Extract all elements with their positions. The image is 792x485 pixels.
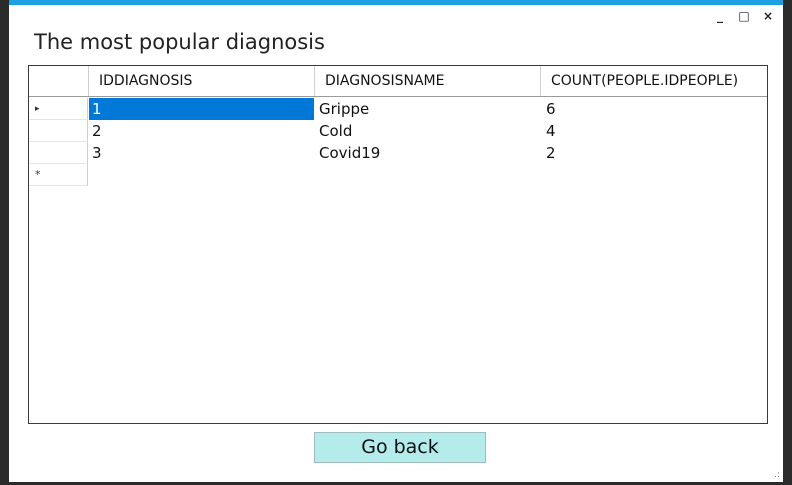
column-header-iddiagnosis[interactable]: IDDIAGNOSIS — [89, 66, 315, 96]
minimize-button[interactable]: _ — [713, 9, 727, 23]
table-row[interactable]: 2 Cold 4 — [29, 120, 767, 142]
maximize-button[interactable]: □ — [737, 9, 751, 23]
cell-count[interactable]: 4 — [543, 120, 766, 142]
row-header[interactable] — [29, 120, 88, 142]
cell-diagnosisname[interactable]: Grippe — [316, 98, 539, 120]
go-back-button[interactable]: Go back — [314, 432, 486, 463]
cell-count[interactable]: 2 — [543, 142, 766, 164]
grid-header: IDDIAGNOSIS DIAGNOSISNAME COUNT(PEOPLE.I… — [29, 66, 767, 97]
diagnosis-data-grid[interactable]: IDDIAGNOSIS DIAGNOSISNAME COUNT(PEOPLE.I… — [28, 65, 768, 424]
new-row-icon[interactable]: * — [29, 164, 88, 186]
cell-iddiagnosis[interactable]: 2 — [89, 120, 314, 142]
table-row[interactable]: 3 Covid19 2 — [29, 142, 767, 164]
column-header-diagnosisname[interactable]: DIAGNOSISNAME — [315, 66, 541, 96]
cell-iddiagnosis[interactable]: 3 — [89, 142, 314, 164]
new-row[interactable]: * — [29, 164, 767, 186]
table-row[interactable]: ▸ 1 Grippe 6 — [29, 98, 767, 120]
row-header-corner[interactable] — [29, 66, 89, 96]
app-window: _ □ × The most popular diagnosis IDDIAGN… — [9, 0, 783, 482]
close-button[interactable]: × — [761, 9, 775, 23]
resize-grip-icon[interactable]: .: — [774, 471, 780, 480]
cell-diagnosisname[interactable]: Cold — [316, 120, 539, 142]
column-header-count[interactable]: COUNT(PEOPLE.IDPEOPLE) — [541, 66, 767, 96]
page-title: The most popular diagnosis — [34, 30, 325, 54]
window-controls: _ □ × — [713, 9, 775, 23]
row-header[interactable] — [29, 142, 88, 164]
cell-count[interactable]: 6 — [543, 98, 766, 120]
cell-iddiagnosis[interactable]: 1 — [89, 98, 314, 120]
cell-diagnosisname[interactable]: Covid19 — [316, 142, 539, 164]
row-pointer-icon[interactable]: ▸ — [29, 98, 88, 120]
